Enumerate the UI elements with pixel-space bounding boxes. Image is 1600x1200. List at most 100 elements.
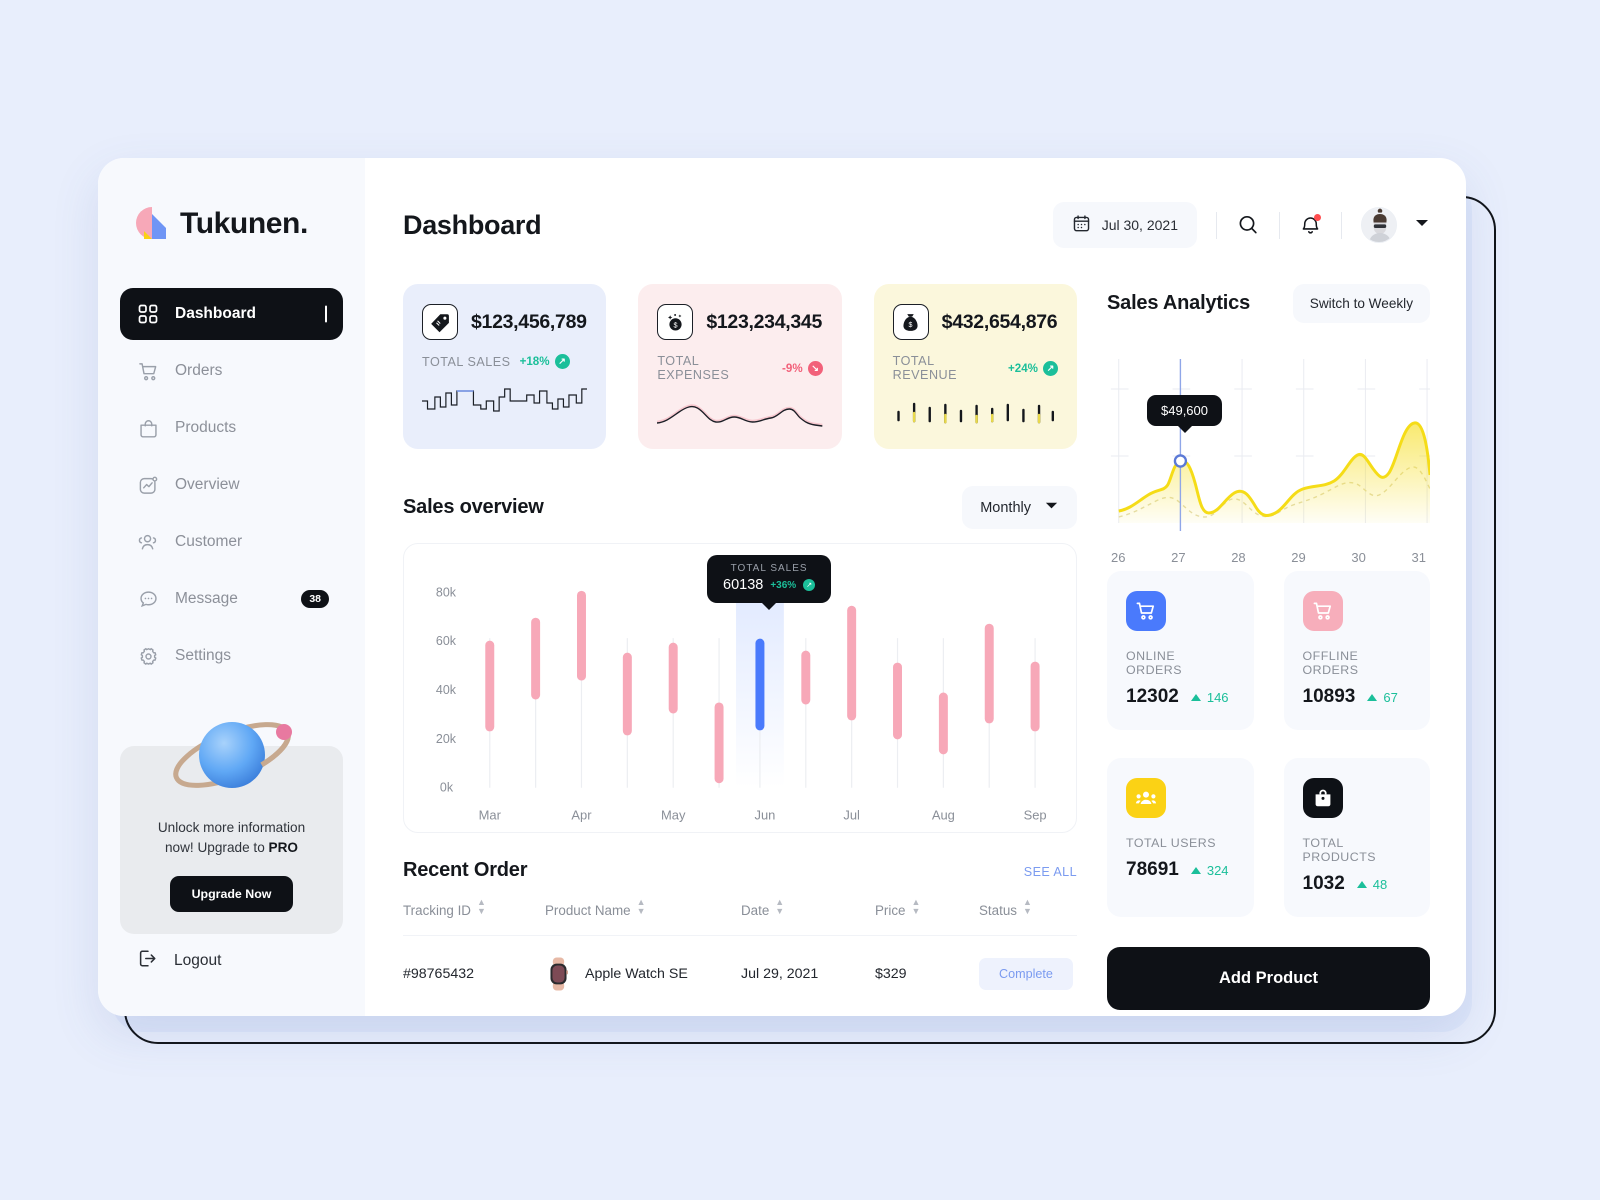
- metric-value: 78691: [1126, 859, 1179, 880]
- column-header-status[interactable]: Status ▲ ▼: [979, 898, 1077, 936]
- sidebar-item-dashboard[interactable]: Dashboard: [120, 288, 343, 340]
- upgrade-now-button[interactable]: Upgrade Now: [169, 876, 294, 913]
- cart-icon: [137, 360, 159, 382]
- metric-value: 10893: [1302, 686, 1356, 707]
- sidebar-item-label: Products: [175, 419, 237, 436]
- cell-date: Jul 29, 2021: [741, 966, 819, 982]
- tooltip-body: 60138 +36% ↗: [723, 577, 816, 593]
- divider: [1279, 211, 1280, 239]
- stat-card-total-expenses[interactable]: $ $123,234,345 TOTAL EXPENSES -9% ↘: [638, 284, 842, 449]
- money-bag-icon: $: [892, 304, 929, 340]
- stat-top-row: $ $123,234,345: [657, 304, 822, 340]
- delta-value: 48: [1372, 876, 1388, 892]
- analytics-x-axis: 26 27 28 29 30 31: [1107, 550, 1430, 565]
- column-header-price[interactable]: Price ▲ ▼: [875, 898, 979, 936]
- coin-sparkle-icon: $: [657, 304, 694, 340]
- sidebar-item-products[interactable]: Products: [120, 402, 343, 454]
- sales-overview-chart[interactable]: TOTAL SALES 60138 +36% ↗ 80k 60k 40k 20k…: [403, 543, 1077, 833]
- delta-value: -9%: [782, 361, 803, 375]
- promo-line-2: now! Upgrade to: [165, 839, 269, 855]
- stat-label: TOTAL EXPENSES: [657, 354, 730, 382]
- svg-text:$: $: [909, 321, 913, 328]
- logout-label: Logout: [174, 952, 222, 969]
- column-header-date[interactable]: Date ▲ ▼: [741, 898, 875, 936]
- sidebar-item-orders[interactable]: Orders: [120, 345, 343, 397]
- see-all-link[interactable]: SEE ALL: [1024, 865, 1077, 879]
- arrow-down-icon: ↘: [807, 360, 823, 376]
- svg-text:60k: 60k: [436, 634, 457, 648]
- recent-order-title: Recent Order: [403, 859, 528, 881]
- cart-icon: [1302, 591, 1343, 631]
- column-header-tracking-id[interactable]: Tracking ID ▲ ▼: [403, 898, 545, 936]
- avatar[interactable]: [1361, 207, 1397, 243]
- brand-logo[interactable]: Tukunen.: [98, 206, 365, 242]
- metric-row: 1032 48: [1303, 873, 1412, 895]
- area-plot: [1110, 359, 1432, 531]
- metric-card-total-users[interactable]: TOTAL USERS 78691 324: [1107, 758, 1254, 917]
- sidebar-item-overview[interactable]: Overview: [120, 459, 343, 511]
- active-indicator: [325, 305, 327, 323]
- column-header-product-name[interactable]: Product Name ▲ ▼: [545, 898, 741, 936]
- add-product-button[interactable]: Add Product: [1107, 947, 1430, 1010]
- table-head: Tracking ID ▲ ▼ Product Name ▲ ▼ Date ▲ ▼ Pric…: [403, 898, 1077, 936]
- period-dropdown[interactable]: Monthly: [962, 486, 1077, 529]
- search-icon[interactable]: [1236, 213, 1260, 237]
- page-title: Dashboard: [403, 209, 542, 240]
- chevron-down-icon[interactable]: [1414, 215, 1430, 236]
- switch-to-weekly-button[interactable]: Switch to Weekly: [1292, 284, 1430, 323]
- sales-overview-title: Sales overview: [403, 496, 544, 518]
- delta-value: 146: [1206, 689, 1229, 705]
- stat-delta: +18% ↗: [520, 354, 570, 369]
- upgrade-promo-card: Unlock more information now! Upgrade to …: [120, 722, 343, 935]
- logo-mark-icon: [135, 206, 169, 242]
- stat-value: $432,654,876: [941, 310, 1058, 333]
- top-bar: Dashboard Jul 30, 2021: [403, 202, 1430, 248]
- sidebar-item-message[interactable]: Message 38: [120, 573, 343, 625]
- metric-card-online-orders[interactable]: ONLINE ORDERS 12302 146: [1107, 571, 1254, 730]
- arrow-up-icon: ↗: [554, 354, 570, 369]
- stat-card-total-revenue[interactable]: $ $432,654,876 TOTAL REVENUE +24% ↗: [873, 284, 1077, 449]
- sales-analytics-chart[interactable]: $49,600 26 27 28 29 30 31: [1107, 341, 1432, 565]
- date-picker[interactable]: Jul 30, 2021: [1052, 202, 1197, 248]
- tooltip-delta: +36%: [770, 579, 797, 591]
- bell-icon[interactable]: [1299, 213, 1322, 237]
- area-chart-tooltip: $49,600: [1147, 395, 1222, 426]
- stat-card-group: $123,456,789 TOTAL SALES +18% ↗ $ $123,2…: [403, 284, 1077, 449]
- svg-text:Mar: Mar: [479, 808, 502, 823]
- metric-row: 78691 324: [1126, 859, 1235, 881]
- logout-icon: [137, 948, 158, 974]
- metric-card-offline-orders[interactable]: OFFLINE ORDERS 10893 67: [1283, 571, 1430, 730]
- right-column: Sales Analytics Switch to Weekly $49,600: [1107, 284, 1432, 1010]
- promo-text: Unlock more information now! Upgrade to …: [140, 818, 323, 857]
- logout-button[interactable]: Logout: [137, 948, 221, 974]
- chat-icon: [137, 588, 159, 610]
- svg-text:Sep: Sep: [1024, 808, 1047, 823]
- notification-dot: [1314, 213, 1321, 221]
- status-badge: Complete: [979, 958, 1073, 990]
- apple-watch-thumbnail: [550, 957, 568, 991]
- tick-sparkline: [896, 402, 1054, 424]
- sidebar-item-settings[interactable]: Settings: [120, 630, 343, 682]
- stat-value: $123,456,789: [471, 310, 587, 333]
- metric-label: OFFLINE ORDERS: [1302, 649, 1359, 677]
- chart-icon: [137, 474, 159, 496]
- sales-overview-header: Sales overview Monthly: [403, 486, 1077, 529]
- sidebar-item-customer[interactable]: Customer: [120, 516, 343, 568]
- svg-text:Apr: Apr: [571, 808, 592, 823]
- promo-line-1: Unlock more information: [157, 820, 306, 835]
- metric-delta: 48: [1356, 876, 1388, 892]
- arrow-up-icon: ↗: [803, 579, 816, 591]
- metric-delta: 324: [1190, 863, 1229, 878]
- svg-text:20k: 20k: [436, 732, 457, 746]
- arrow-up-icon: ↗: [1042, 360, 1058, 376]
- svg-text:Aug: Aug: [932, 808, 955, 823]
- svg-text:$: $: [673, 320, 677, 329]
- recent-order-header: Recent Order SEE ALL: [403, 859, 1077, 882]
- metric-card-total-products[interactable]: TOTAL PRODUCTS 1032 48: [1283, 758, 1430, 917]
- x-tick-label: 27: [1171, 550, 1186, 565]
- sidebar: Tukunen. Dashboard Orders Products Overv…: [98, 158, 365, 1016]
- stat-card-total-sales[interactable]: $123,456,789 TOTAL SALES +18% ↗: [403, 284, 607, 449]
- cell-price: $329: [875, 966, 907, 982]
- column-label: Price: [875, 903, 906, 918]
- table-row[interactable]: #98765432 Apple Watch SE Jul 29, 2021 $3…: [403, 936, 1077, 992]
